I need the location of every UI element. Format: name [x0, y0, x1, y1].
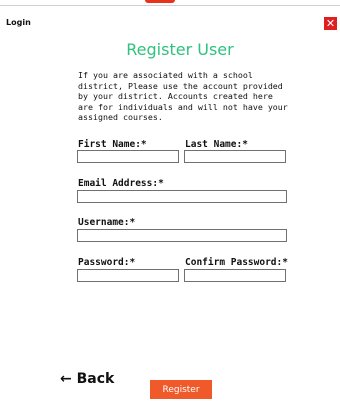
register-button[interactable]: Register [150, 380, 212, 399]
intro-line: district, Please use the account provide… [78, 80, 283, 91]
confirm-password-label: Confirm Password:* [185, 257, 288, 268]
username-field[interactable] [77, 229, 287, 242]
password-field[interactable] [77, 269, 179, 282]
email-label: Email Address:* [78, 178, 164, 189]
password-label: Password:* [78, 257, 136, 268]
first-name-label: First Name:* [78, 139, 147, 150]
intro-line: assigned courses. [78, 112, 163, 122]
close-icon[interactable]: ✕ [324, 17, 337, 30]
back-link[interactable]: ← Back [60, 371, 114, 387]
last-name-label: Last Name:* [185, 139, 248, 150]
confirm-password-field[interactable] [184, 269, 286, 282]
top-accent-segment [145, 0, 175, 3]
email-field[interactable] [77, 190, 287, 203]
intro-line: If you are associated with a school [78, 70, 253, 80]
top-divider [0, 5, 340, 6]
username-label: Username:* [78, 217, 136, 228]
intro-line: are for individuals and will not have yo… [78, 101, 288, 112]
dialog-title: Login [6, 18, 31, 27]
last-name-field[interactable] [184, 150, 286, 163]
intro-text: If you are associated with a school dist… [78, 70, 288, 123]
intro-line: by your district. Accounts created here [78, 91, 273, 101]
top-bar [0, 0, 340, 6]
page-title: Register User [126, 40, 234, 59]
first-name-field[interactable] [77, 150, 179, 163]
